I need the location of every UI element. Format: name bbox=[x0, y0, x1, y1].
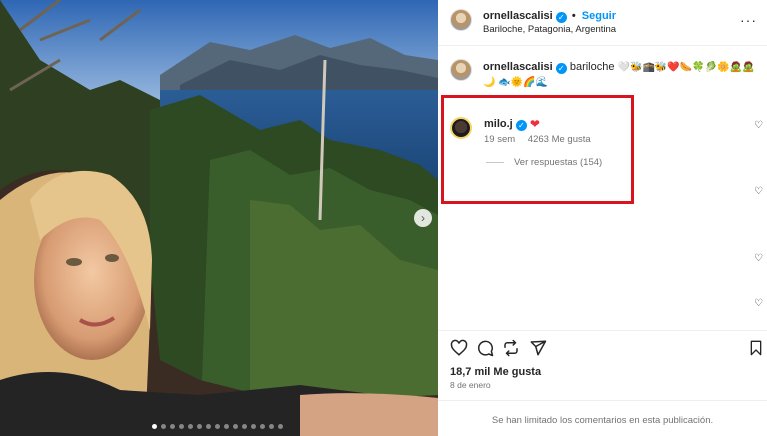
repost-icon[interactable] bbox=[502, 339, 520, 357]
carousel-dot bbox=[224, 424, 229, 429]
comment-bubble-icon[interactable] bbox=[476, 339, 494, 357]
post-header: ornellascalisi ✓ • Seguir Bariloche, Pat… bbox=[438, 0, 767, 46]
location-link[interactable]: Bariloche, Patagonia, Argentina bbox=[483, 24, 616, 35]
carousel-dot bbox=[233, 424, 238, 429]
heart-outline-icon[interactable] bbox=[450, 339, 468, 357]
carousel-dot bbox=[269, 424, 274, 429]
carousel-dot bbox=[179, 424, 184, 429]
share-icon[interactable] bbox=[529, 339, 547, 357]
comment-emoji: ❤ bbox=[529, 117, 540, 131]
caption-body: bariloche bbox=[569, 61, 615, 73]
carousel-dots bbox=[152, 424, 283, 429]
carousel-dot bbox=[278, 424, 283, 429]
carousel-dot bbox=[242, 424, 247, 429]
view-replies-label: Ver respuestas (154) bbox=[514, 157, 603, 168]
carousel-dot bbox=[197, 424, 202, 429]
comment-likes[interactable]: 4263 Me gusta bbox=[528, 134, 591, 145]
comments-limited-notice: Se han limitado los comentarios en esta … bbox=[438, 400, 767, 436]
caption-username[interactable]: ornellascalisi bbox=[483, 61, 553, 73]
post-actions-bar bbox=[438, 330, 767, 364]
verified-badge-icon: ✓ bbox=[515, 120, 527, 131]
comment-item: milo.j ✓ ❤ 19 sem 4263 Me gusta Ver resp… bbox=[438, 105, 767, 200]
avatar[interactable] bbox=[450, 9, 472, 31]
caption-text: ornellascalisi ✓ bariloche 🤍🐝🕋🐝❤️🌭🍀🥬🌼🧟🧟🌙… bbox=[483, 60, 758, 90]
bookmark-icon[interactable] bbox=[748, 339, 764, 357]
heart-outline-icon[interactable]: ♡ bbox=[754, 120, 763, 131]
carousel-dot bbox=[188, 424, 193, 429]
carousel-dot bbox=[206, 424, 211, 429]
photo-scene bbox=[0, 0, 438, 436]
view-replies-button[interactable]: Ver respuestas (154) bbox=[486, 157, 602, 168]
verified-badge-icon: ✓ bbox=[555, 12, 567, 23]
carousel-dot bbox=[260, 424, 265, 429]
post-photo[interactable]: › bbox=[0, 0, 438, 436]
follow-button[interactable]: Seguir bbox=[582, 10, 616, 22]
heart-outline-icon[interactable]: ♡ bbox=[754, 253, 763, 264]
carousel-dot bbox=[152, 424, 157, 429]
carousel-dot bbox=[161, 424, 166, 429]
next-photo-button[interactable]: › bbox=[414, 209, 432, 227]
post-username-line: ornellascalisi ✓ • Seguir bbox=[483, 10, 616, 23]
heart-outline-icon[interactable]: ♡ bbox=[754, 298, 763, 309]
separator-dot: • bbox=[571, 10, 576, 22]
avatar[interactable] bbox=[450, 59, 472, 81]
comment-meta: 19 sem 4263 Me gusta bbox=[484, 134, 591, 145]
comment-time[interactable]: 19 sem bbox=[484, 134, 515, 145]
commenter-username[interactable]: milo.j bbox=[484, 118, 513, 130]
heart-outline-icon[interactable]: ♡ bbox=[754, 186, 763, 197]
likes-count[interactable]: 18,7 mil Me gusta bbox=[450, 366, 541, 378]
username-link[interactable]: ornellascalisi bbox=[483, 10, 553, 22]
chevron-right-icon: › bbox=[421, 211, 425, 225]
comment-line: milo.j ✓ ❤ bbox=[484, 117, 540, 131]
carousel-dot bbox=[215, 424, 220, 429]
more-options-icon[interactable]: ··· bbox=[740, 12, 757, 28]
replies-divider bbox=[486, 162, 504, 163]
carousel-dot bbox=[251, 424, 256, 429]
commenter-avatar[interactable] bbox=[450, 117, 472, 139]
post-side-panel: ornellascalisi ✓ • Seguir Bariloche, Pat… bbox=[438, 0, 767, 436]
verified-badge-icon: ✓ bbox=[555, 63, 567, 74]
carousel-dot bbox=[170, 424, 175, 429]
post-date[interactable]: 8 de enero bbox=[450, 380, 491, 390]
